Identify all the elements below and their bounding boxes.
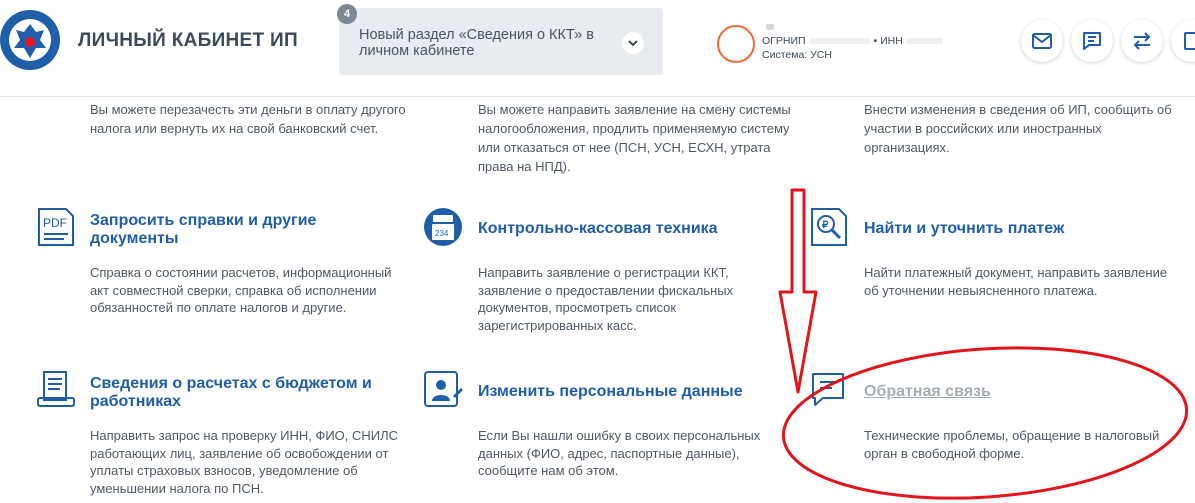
kkt-desc: Направить заявление о регистрации ККТ, з… [478, 265, 734, 333]
header: ЛИЧНЫЙ КАБИНЕТ ИП 4 Новый раздел «Сведен… [0, 0, 1195, 97]
pdf-document-icon[interactable]: PDF [36, 207, 76, 247]
cash-register-icon[interactable]: 234 [423, 207, 463, 247]
feedback-chat-icon[interactable] [809, 370, 849, 410]
personal-data-link[interactable]: Изменить персональные данные [478, 383, 778, 401]
user-edit-icon[interactable] [423, 370, 463, 410]
certificates-link[interactable]: Запросить справки и другие документы [90, 212, 390, 248]
payment-link[interactable]: Найти и уточнить платеж [864, 220, 1164, 238]
feedback-link[interactable]: Обратная связь [864, 383, 1064, 401]
budget-desc: Направить запрос на проверку ИНН, ФИО, С… [90, 428, 399, 496]
top-desc-2: Вы можете направить заявление на смену с… [478, 102, 791, 174]
personal-data-desc: Если Вы нашли ошибку в своих персональны… [478, 428, 761, 478]
top-desc-3: Внести изменения в сведения об ИП, сообщ… [864, 102, 1172, 155]
ogrnip-label: ОГРНИП [762, 35, 806, 47]
chat-button[interactable] [1071, 20, 1113, 62]
inn-label: • ИНН [873, 35, 903, 47]
chat-icon [1083, 32, 1101, 50]
svg-text:PDF: PDF [43, 216, 67, 230]
avatar[interactable] [717, 25, 755, 63]
mail-icon [1032, 33, 1052, 49]
feedback-desc: Технические проблемы, обращение в налого… [864, 428, 1160, 461]
mail-button[interactable] [1021, 20, 1063, 62]
news-notice[interactable]: 4 Новый раздел «Сведения о ККТ» в личном… [337, 4, 663, 75]
swap-arrows-icon [1133, 32, 1151, 50]
chevron-down-icon[interactable] [622, 32, 644, 54]
top-desc-1: Вы можете перезачесть эти деньги в оплат… [90, 102, 406, 136]
document-icon [1184, 32, 1195, 50]
kkt-link[interactable]: Контрольно-кассовая техника [478, 220, 778, 238]
notice-text[interactable]: Новый раздел «Сведения о ККТ» в личном к… [359, 27, 609, 59]
payment-search-icon[interactable]: ₽ [809, 207, 849, 247]
payment-desc: Найти платежный документ, направить заяв… [864, 265, 1168, 298]
transfer-button[interactable] [1121, 20, 1163, 62]
budget-link[interactable]: Сведения о расчетах с бюджетом и работни… [90, 375, 400, 411]
svg-text:₽: ₽ [822, 220, 829, 231]
profile-button[interactable] [1171, 20, 1195, 62]
fns-logo[interactable] [0, 2, 64, 80]
notice-count-badge: 4 [337, 4, 357, 24]
document-pen-icon[interactable] [36, 370, 76, 410]
tax-system: Система: УСН [762, 49, 832, 61]
svg-text:234: 234 [435, 229, 449, 238]
app-title[interactable]: ЛИЧНЫЙ КАБИНЕТ ИП [78, 30, 298, 52]
user-info[interactable]: ОГРНИП • ИНН Система: УСН [762, 20, 947, 62]
annotation-ellipse [781, 346, 1189, 500]
certificates-desc: Справка о состоянии расчетов, информацио… [90, 265, 392, 315]
